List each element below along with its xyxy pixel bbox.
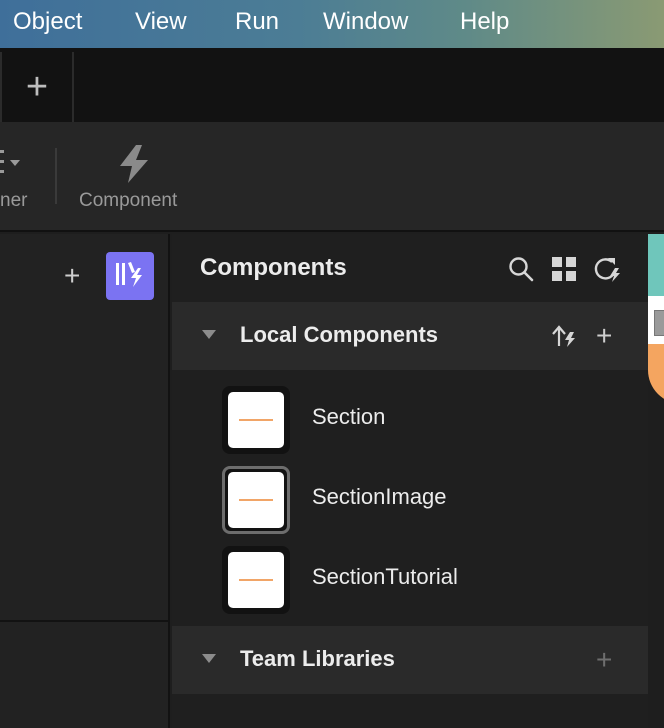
grid-icon[interactable] [551,256,577,287]
add-team-library-button[interactable]: + [596,646,612,674]
library-button[interactable] [106,252,154,300]
sort-icon[interactable] [552,324,578,353]
frame-tool-icon[interactable] [0,148,24,176]
menu-bar: Object View Run Window Help [0,0,664,48]
component-thumbnail [222,466,290,534]
new-tab-button[interactable]: + [0,52,74,122]
add-local-component-button[interactable]: + [596,322,612,350]
component-name: SectionImage [312,484,447,509]
canvas-preview[interactable] [648,234,664,728]
team-libraries-header[interactable]: Team Libraries + [172,626,648,694]
component-thumbnail [222,386,290,454]
menu-view[interactable]: View [135,8,187,36]
collapse-caret-icon[interactable] [202,654,216,663]
panel-title: Components [200,254,347,281]
menu-run[interactable]: Run [235,8,279,36]
local-components-title: Local Components [240,322,439,347]
left-panel: + [0,234,170,728]
local-components-header[interactable]: Local Components + [172,302,648,370]
menu-window[interactable]: Window [323,8,408,36]
component-item[interactable]: SectionTutorial [172,540,648,620]
component-name: Section [312,404,386,429]
menu-help[interactable]: Help [460,8,509,36]
collapse-caret-icon[interactable] [202,330,216,339]
component-thumbnail [222,546,290,614]
components-panel: Components Local Components + Section Se… [172,234,648,728]
add-layer-button[interactable]: + [64,262,80,290]
panel-divider [0,620,170,622]
component-item[interactable]: Section [172,380,648,460]
frame-tool-label: ner [0,190,28,211]
component-name: SectionTutorial [312,564,458,589]
menu-object[interactable]: Object [13,8,82,36]
component-tool-icon[interactable] [116,144,152,184]
component-item-selected[interactable]: SectionImage [172,460,648,540]
search-icon[interactable] [508,256,534,287]
library-bolt-icon [115,260,145,293]
tab-bar: + [0,48,664,122]
refresh-icon[interactable] [593,256,621,287]
component-tool-label[interactable]: Component [79,190,177,212]
toolbar: ner Component [0,122,664,232]
toolbar-divider [55,148,57,204]
team-libraries-title: Team Libraries [240,646,395,671]
